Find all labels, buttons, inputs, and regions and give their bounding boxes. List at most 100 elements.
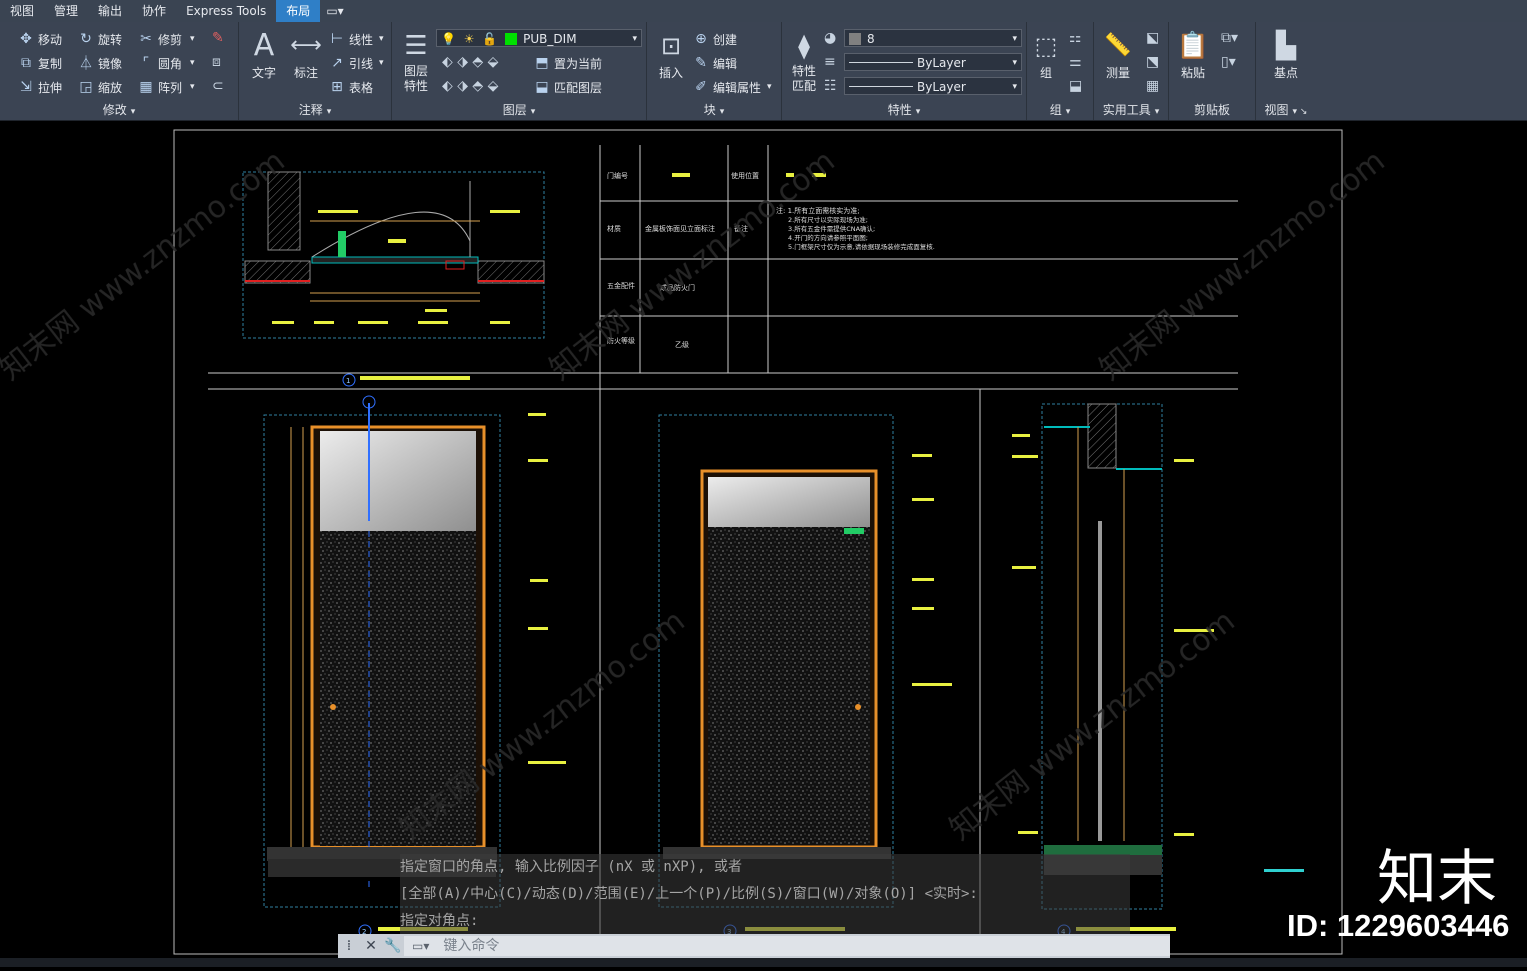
move-button[interactable]: ✥ 移动 <box>18 29 62 49</box>
tab-layout[interactable]: 布局 <box>276 0 321 22</box>
close-icon[interactable]: ✕ <box>360 938 382 954</box>
calculator-icon[interactable]: ▦ <box>1146 78 1159 94</box>
status-bar <box>0 958 1527 967</box>
grip-icon[interactable]: ⁞ <box>338 938 360 954</box>
tab-output[interactable]: 输出 <box>88 0 132 22</box>
offset-icon[interactable]: ⧈ <box>212 54 221 70</box>
select-all-icon[interactable]: ⬔ <box>1146 54 1159 70</box>
match-properties-button[interactable]: ⧫ 特性 匹配 <box>786 28 822 94</box>
edit-attributes-button[interactable]: ✐ 编辑属性 ▾ <box>693 77 771 97</box>
group-icon: ⬚ <box>1034 32 1058 60</box>
edit-block-icon: ✎ <box>695 55 707 71</box>
group-select-icon[interactable]: ⬓ <box>1069 78 1082 94</box>
command-prompt-icon: ▭▾ <box>412 939 430 953</box>
measure-icon: 📏 <box>1104 33 1132 58</box>
table-note-2: 3.所有五金件需提供CNA确认; <box>788 224 875 233</box>
create-block-button[interactable]: ⊕ 创建 <box>693 29 737 49</box>
layer-properties-button[interactable]: ☰ 图层 特性 <box>398 28 434 94</box>
layer-tools-row2-icon[interactable]: ⬖ ⬗ ⬘ ⬙ <box>442 78 498 94</box>
table-icon: ⊞ <box>331 79 343 95</box>
set-current-layer-button[interactable]: ⬒ 置为当前 <box>534 53 602 73</box>
table-note-1: 2.所有尺寸以实际现场为准; <box>788 215 868 224</box>
leader-button[interactable]: ↗ 引线 ▾ <box>329 53 383 73</box>
command-input[interactable]: ▭▾ 键入命令 <box>404 936 1170 956</box>
panel-view-label[interactable]: 视图 ▾ ↘ <box>1256 101 1316 118</box>
quick-select-icon[interactable]: ⬕ <box>1146 30 1159 46</box>
mirror-icon: ⏃ <box>79 56 93 72</box>
mirror-button[interactable]: ⏃ 镜像 <box>78 53 122 73</box>
tab-collaborate[interactable]: 协作 <box>132 0 176 22</box>
fillet-icon: ⌜ <box>142 55 150 71</box>
table-note-3: 4.开门的方向请参照平面图; <box>788 233 868 242</box>
brand-id: ID: 1229603446 <box>1287 908 1510 943</box>
edit-block-button[interactable]: ✎ 编辑 <box>693 53 737 73</box>
color-swatch <box>849 33 861 45</box>
panel-layers: ☰ 图层 特性 💡 ☀ 🔓 PUB_DIM ▾ ⬖ ⬗ ⬘ ⬙ ⬒ 置为当前 ⬖ ⬗… <box>392 22 647 120</box>
lineweight-dropdown[interactable]: ByLayer ▾ <box>844 77 1022 95</box>
layer-dropdown[interactable]: 💡 ☀ 🔓 PUB_DIM ▾ <box>436 29 642 47</box>
stretch-button[interactable]: ⇲ 拉伸 <box>18 77 62 97</box>
color-dropdown[interactable]: 8 ▾ <box>844 29 1022 47</box>
layer-tools-row1-icon[interactable]: ⬖ ⬗ ⬘ ⬙ <box>442 54 498 70</box>
group-button[interactable]: ⬚ 组 <box>1029 28 1063 81</box>
panel-block-label[interactable]: 块 ▾ <box>647 101 781 118</box>
table-button[interactable]: ⊞ 表格 <box>329 77 373 97</box>
erase-icon[interactable]: ✎ <box>212 30 224 46</box>
chevron-down-icon: ▾ <box>1012 34 1017 44</box>
explode-icon[interactable]: ⊂ <box>212 78 224 94</box>
tab-view[interactable]: 视图 <box>0 0 44 22</box>
linetype-dropdown[interactable]: ByLayer ▾ <box>844 53 1022 71</box>
match-layer-icon: ⬓ <box>535 79 549 95</box>
tab-manage[interactable]: 管理 <box>44 0 88 22</box>
table-note-4: 5.门框架尺寸仅为示意,请依据现场装修完成面复核. <box>788 242 935 251</box>
table-door-no-label: 门编号 <box>607 171 628 180</box>
scale-icon: ◲ <box>79 79 93 95</box>
panel-layers-label[interactable]: 图层 ▾ <box>392 101 646 118</box>
command-history: 指定窗口的角点, 输入比例因子 (nX 或 nXP), 或者 [全部(A)/中心… <box>400 854 1130 935</box>
scale-button[interactable]: ◲ 缩放 <box>78 77 122 97</box>
cut-icon[interactable]: ⧉▾ <box>1221 30 1238 46</box>
panel-view: ▙ 基点 视图 ▾ ↘ <box>1256 22 1316 120</box>
wrench-icon[interactable]: 🔧 <box>382 938 404 954</box>
trim-button[interactable]: ✂ 修剪 ▾ <box>138 29 194 49</box>
match-layer-button[interactable]: ⬓ 匹配图层 <box>534 77 602 97</box>
command-line: ⁞ ✕ 🔧 ▭▾ 键入命令 <box>338 934 1170 958</box>
paste-button[interactable]: 📋 粘贴 <box>1175 28 1211 81</box>
copy-icon: ⧉ <box>21 55 31 71</box>
panel-utilities: 📏 测量 ⬕ ⬔ ▦ 实用工具 ▾ <box>1094 22 1169 120</box>
table-material-value: 金属板饰面见立面标注 <box>645 224 715 233</box>
copy-button[interactable]: ⧉ 复制 <box>18 53 62 73</box>
lineweight-icon: ☷ <box>824 78 837 94</box>
ribbon-options-dropdown[interactable]: ▭▾ <box>320 0 349 22</box>
ungroup-icon[interactable]: ⚏ <box>1069 30 1082 46</box>
panel-properties: ⧫ 特性 匹配 ◕ 8 ▾ ≡ ByLayer ▾ ☷ ByLayer ▾ 特性 ▾ <box>782 22 1027 120</box>
text-button[interactable]: A 文字 <box>249 28 279 81</box>
group-edit-icon[interactable]: ⚌ <box>1069 54 1082 70</box>
watermark-2: 知末网 www.znzmo.com <box>543 144 841 388</box>
insert-button[interactable]: ⊡ 插入 <box>651 28 691 81</box>
panel-annotation-label[interactable]: 注释 ▾ <box>239 101 391 118</box>
panel-properties-label[interactable]: 特性 ▾ <box>782 101 1026 118</box>
panel-clipboard-label: 剪贴板 <box>1193 103 1230 117</box>
copy-clip-icon[interactable]: ▯▾ <box>1221 54 1236 70</box>
measure-button[interactable]: 📏 测量 <box>1098 28 1138 81</box>
table-fire-rating-value: 乙级 <box>675 340 689 349</box>
insert-block-icon: ⊡ <box>660 32 682 60</box>
fillet-button[interactable]: ⌜ 圆角 ▾ <box>138 53 195 73</box>
panel-modify-label[interactable]: 修改 ▾ <box>0 101 238 118</box>
chevron-down-icon: ▾ <box>1012 58 1017 68</box>
dimension-button[interactable]: ⟷ 标注 <box>289 28 323 81</box>
linear-dim-icon: ⊢ <box>330 31 344 47</box>
array-button[interactable]: ▦ 阵列 ▾ <box>138 77 194 97</box>
color-wheel-icon: ◕ <box>824 30 837 46</box>
rotate-button[interactable]: ↻ 旋转 <box>78 29 122 49</box>
panel-utilities-label[interactable]: 实用工具 ▾ <box>1094 101 1168 118</box>
basepoint-button[interactable]: ▙ 基点 <box>1264 28 1308 81</box>
drawing-canvas[interactable]: 门编号 使用位置 材质 金属板饰面见立面标注 备注 五金配件 成品防火门 防火等… <box>0 121 1527 967</box>
tab-express-tools[interactable]: Express Tools <box>176 0 276 22</box>
panel-group-label[interactable]: 组 ▾ <box>1027 101 1093 118</box>
set-current-icon: ⬒ <box>535 55 549 71</box>
drawing-svg: 门编号 使用位置 材质 金属板饰面见立面标注 备注 五金配件 成品防火门 防火等… <box>0 129 1392 955</box>
ribbon-tab-bar: 视图 管理 输出 协作 Express Tools 布局 ▭▾ <box>0 0 1527 22</box>
linear-button[interactable]: ⊢ 线性 ▾ <box>329 29 384 49</box>
